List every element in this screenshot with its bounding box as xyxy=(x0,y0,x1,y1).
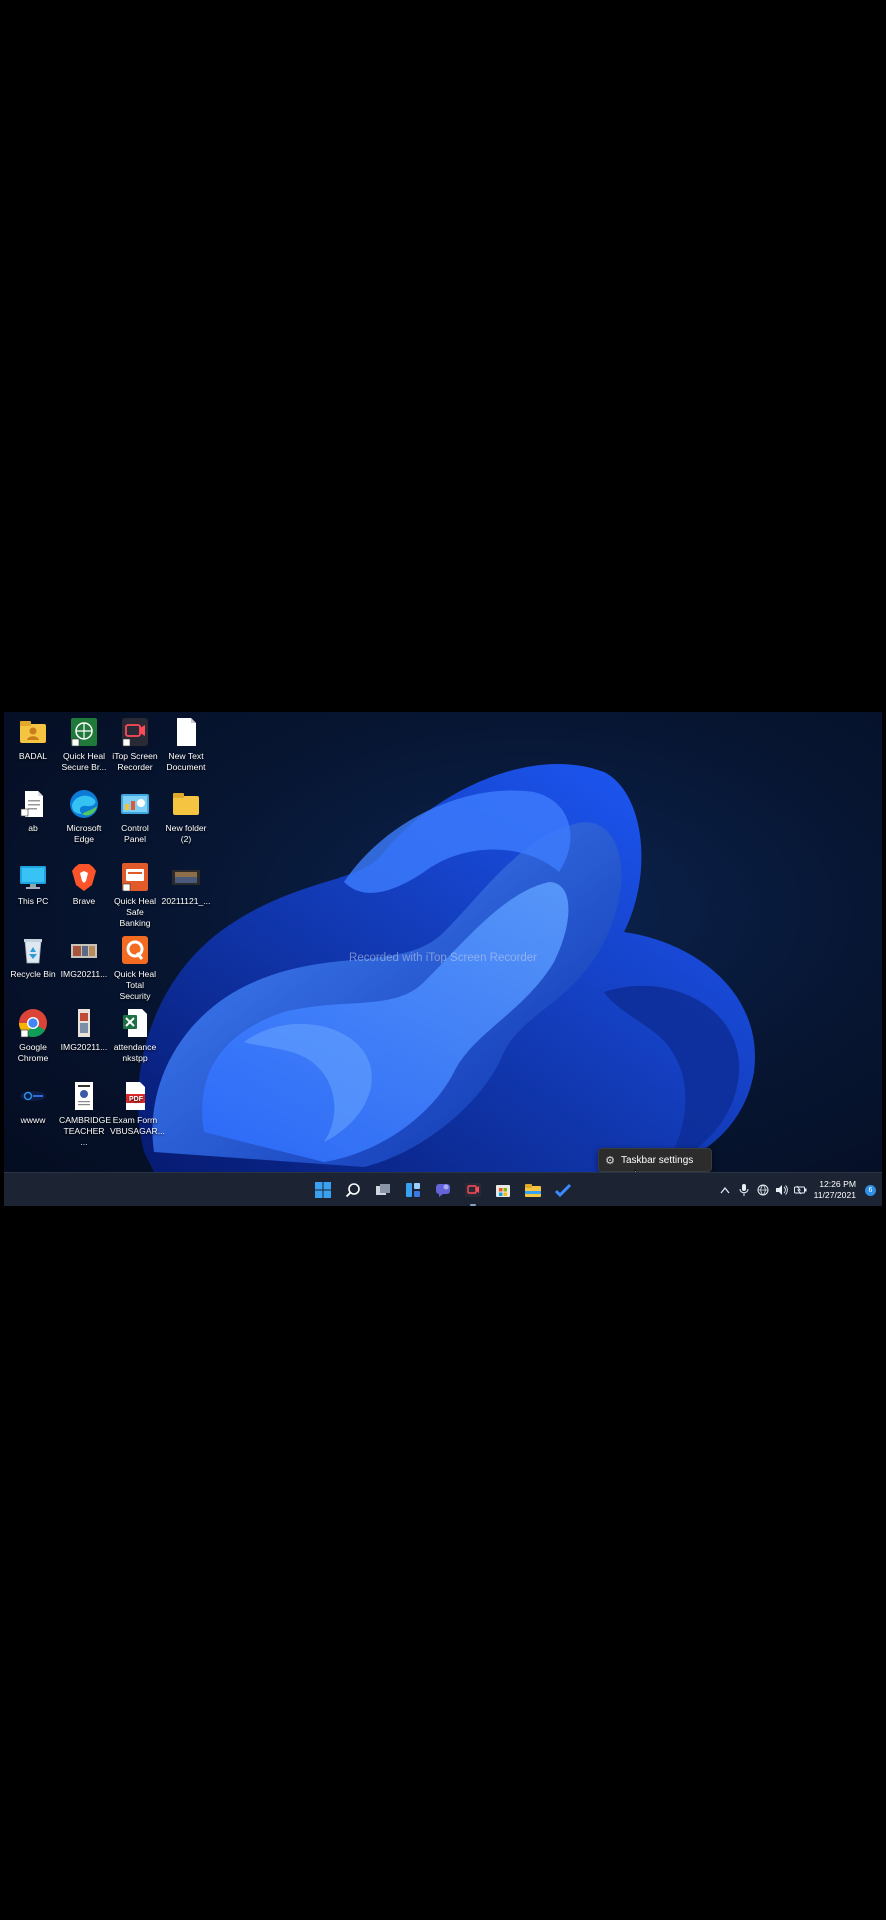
task-view-icon xyxy=(376,1184,390,1195)
chat-icon xyxy=(436,1184,450,1197)
desktop-screen: Recorded with iTop Screen Recorder BADAL… xyxy=(4,712,882,1206)
document-icon xyxy=(17,788,49,820)
search-icon xyxy=(345,1183,360,1198)
safe-banking-icon xyxy=(119,861,151,893)
todo-icon xyxy=(555,1183,571,1198)
taskbar-todo[interactable] xyxy=(552,1179,574,1201)
show-hidden-icons-button[interactable] xyxy=(718,1183,732,1197)
taskbar-settings-menu-item[interactable]: ⚙ Taskbar settings xyxy=(598,1148,712,1172)
desktop-icon-exam-form[interactable]: PDF Exam Form VBUSAGAR... xyxy=(110,1080,165,1137)
clock-date: 11/27/2021 xyxy=(813,1190,856,1200)
network-button[interactable] xyxy=(756,1183,770,1197)
store-icon xyxy=(496,1185,510,1197)
image-icon xyxy=(68,934,100,966)
desktop-icon-img2[interactable]: IMG20211... xyxy=(59,1007,109,1053)
desktop-icon-control-panel[interactable]: Control Panel xyxy=(110,788,160,845)
video-icon xyxy=(170,861,202,893)
desktop-icon-itop-screen-recorder[interactable]: iTop Screen Recorder xyxy=(110,716,160,773)
taskbar: 12:26 PM 11/27/2021 6 xyxy=(4,1172,882,1206)
desktop-icon-brave[interactable]: Brave xyxy=(59,861,109,907)
taskbar-itop-recorder[interactable] xyxy=(462,1179,484,1201)
desktop-icon-attendance[interactable]: attendance nkstpp xyxy=(110,1007,160,1064)
speaker-icon xyxy=(775,1185,788,1195)
widgets-button[interactable] xyxy=(402,1179,424,1201)
clock[interactable]: 12:26 PM 11/27/2021 xyxy=(814,1179,856,1201)
microphone-icon xyxy=(739,1184,749,1196)
desktop-icon-video[interactable]: 20211121_... xyxy=(161,861,211,907)
start-icon xyxy=(315,1182,331,1198)
desktop-icon-new-text-document[interactable]: New Text Document xyxy=(161,716,211,773)
itop-recorder-icon xyxy=(119,716,151,748)
globe-icon xyxy=(757,1184,769,1196)
running-indicator xyxy=(470,1204,476,1206)
battery-icon xyxy=(793,1185,806,1195)
svg-text:PDF: PDF xyxy=(129,1096,144,1103)
desktop-icon-microsoft-edge[interactable]: Microsoft Edge xyxy=(59,788,109,845)
pdf-icon: PDF xyxy=(119,1080,151,1112)
taskbar-store[interactable] xyxy=(492,1179,514,1201)
text-document-icon xyxy=(170,716,202,748)
itop-recorder-icon xyxy=(465,1183,481,1197)
desktop-icon-this-pc[interactable]: This PC xyxy=(8,861,58,907)
desktop-icon-quick-heal-secure-browser[interactable]: Quick Heal Secure Br... xyxy=(59,716,109,773)
clock-time: 12:26 PM xyxy=(819,1179,856,1189)
microphone-button[interactable] xyxy=(737,1183,751,1197)
quick-heal-browser-icon xyxy=(68,716,100,748)
quick-heal-icon xyxy=(119,934,151,966)
desktop-icon-ab[interactable]: ab xyxy=(8,788,58,834)
start-button[interactable] xyxy=(312,1179,334,1201)
desktop-icons: BADAL ab This PC Recycle Bin Google Chro… xyxy=(4,712,214,1172)
shortcut-icon xyxy=(17,1080,49,1112)
widgets-icon xyxy=(406,1183,420,1197)
document-icon xyxy=(68,1080,100,1112)
edge-icon xyxy=(68,788,100,820)
desktop-icon-img1[interactable]: IMG20211... xyxy=(59,934,109,980)
notification-badge[interactable]: 6 xyxy=(865,1185,876,1196)
this-pc-icon xyxy=(17,861,49,893)
desktop-icon-wwww[interactable]: wwww xyxy=(8,1080,58,1126)
desktop-icon-quick-heal-total-security[interactable]: Quick Heal Total Security xyxy=(110,934,160,1002)
desktop-icon-new-folder-2[interactable]: New folder (2) xyxy=(161,788,211,845)
battery-button[interactable] xyxy=(793,1183,807,1197)
excel-icon xyxy=(119,1007,151,1039)
chat-button[interactable] xyxy=(432,1179,454,1201)
control-panel-icon xyxy=(119,788,151,820)
recycle-bin-icon xyxy=(17,934,49,966)
search-button[interactable] xyxy=(342,1179,364,1201)
taskbar-file-explorer[interactable] xyxy=(522,1179,544,1201)
taskbar-settings-label: Taskbar settings xyxy=(621,1154,694,1166)
task-view-button[interactable] xyxy=(372,1179,394,1201)
file-explorer-icon xyxy=(525,1184,541,1197)
desktop-icon-quick-heal-safe-banking[interactable]: Quick Heal Safe Banking xyxy=(110,861,160,929)
brave-icon xyxy=(68,861,100,893)
folder-icon xyxy=(170,788,202,820)
volume-button[interactable] xyxy=(774,1183,788,1197)
desktop-icon-cambridge-teacher[interactable]: CAMBRIDGE TEACHER ... xyxy=(59,1080,111,1148)
gear-icon: ⚙ xyxy=(605,1154,615,1167)
chrome-icon xyxy=(17,1007,49,1039)
desktop-icon-recycle-bin[interactable]: Recycle Bin xyxy=(8,934,58,980)
desktop-icon-google-chrome[interactable]: Google Chrome xyxy=(8,1007,58,1064)
chevron-up-icon xyxy=(720,1187,730,1194)
user-folder-icon xyxy=(17,716,49,748)
image-icon xyxy=(68,1007,100,1039)
desktop-icon-badal[interactable]: BADAL xyxy=(8,716,58,762)
